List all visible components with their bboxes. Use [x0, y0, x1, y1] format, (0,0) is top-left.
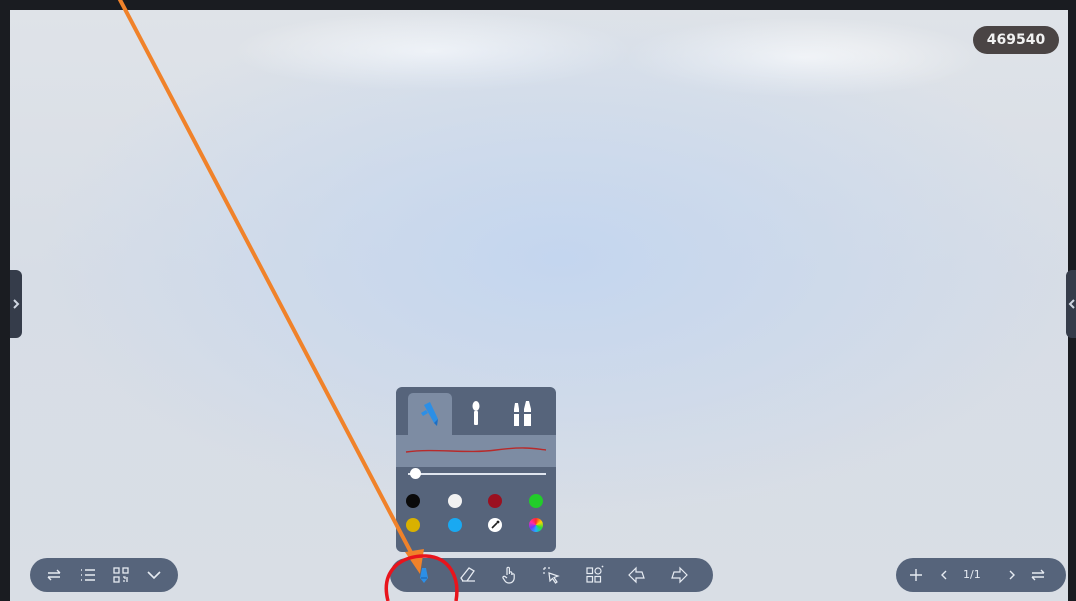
tab-pen[interactable]	[408, 393, 452, 435]
color-swatch-black[interactable]	[406, 494, 420, 508]
tab-brush[interactable]	[454, 393, 498, 435]
brush-icon	[472, 401, 480, 425]
swap-icon	[47, 569, 61, 581]
stroke-preview-line	[405, 447, 547, 453]
main-drawing-toolbar	[390, 558, 713, 592]
color-swatch-green[interactable]	[529, 494, 543, 508]
color-swatch-red[interactable]	[488, 494, 502, 508]
left-bottom-toolbar	[30, 558, 178, 592]
stroke-preview	[396, 435, 556, 467]
page-navigation-toolbar: 1/1	[896, 558, 1066, 592]
right-sidebar-toggle[interactable]	[1066, 270, 1076, 338]
chevron-down-icon	[147, 571, 161, 580]
qr-code-icon	[113, 567, 129, 583]
redo-button[interactable]	[669, 565, 689, 585]
swap-toolbar-button[interactable]	[44, 565, 64, 585]
dual-pen-icon	[514, 401, 531, 426]
hand-tool-button[interactable]	[500, 565, 520, 585]
shapes-tool-button[interactable]	[584, 565, 604, 585]
add-page-button[interactable]	[906, 565, 926, 585]
room-code-badge[interactable]: 469540	[973, 26, 1059, 54]
pen-type-tabs	[396, 387, 556, 435]
undo-icon	[628, 566, 645, 584]
menu-list-button[interactable]	[78, 565, 98, 585]
next-page-icon	[1009, 570, 1015, 580]
pen-icon	[420, 568, 428, 583]
color-wheel-button[interactable]	[529, 518, 543, 532]
pen-tool-button[interactable]	[414, 565, 434, 585]
left-sidebar-toggle[interactable]	[10, 270, 22, 338]
eraser-tool-button[interactable]	[458, 565, 478, 585]
marker-icon	[421, 402, 438, 426]
color-swatch-blue[interactable]	[448, 518, 462, 532]
eyedropper-icon	[491, 520, 500, 529]
chevron-left-icon	[1068, 299, 1075, 309]
prev-page-icon	[941, 570, 947, 580]
redo-icon	[671, 566, 688, 584]
tab-dual-pen[interactable]	[500, 393, 544, 435]
collapse-toolbar-button[interactable]	[144, 565, 164, 585]
pen-settings-panel	[396, 387, 556, 552]
shapes-icon	[586, 565, 604, 583]
previous-page-button[interactable]	[934, 565, 954, 585]
hand-icon	[502, 566, 515, 584]
undo-button[interactable]	[627, 565, 647, 585]
add-page-icon	[910, 569, 922, 581]
selection-icon	[543, 567, 560, 584]
swap-toolbar-side-button[interactable]	[1028, 565, 1048, 585]
color-swatch-white[interactable]	[448, 494, 462, 508]
chevron-right-icon	[13, 299, 20, 309]
stroke-width-slider[interactable]	[408, 473, 546, 475]
swap-icon	[1031, 569, 1045, 581]
stroke-width-slider-handle[interactable]	[409, 468, 421, 479]
page-indicator: 1/1	[963, 568, 981, 581]
menu-list-icon	[81, 569, 95, 581]
custom-color-picker-button[interactable]	[488, 518, 502, 532]
eraser-icon	[460, 567, 475, 582]
color-swatch-yellow[interactable]	[406, 518, 420, 532]
next-page-button[interactable]	[1002, 565, 1022, 585]
qr-code-button[interactable]	[111, 565, 131, 585]
selection-tool-button[interactable]	[541, 565, 561, 585]
